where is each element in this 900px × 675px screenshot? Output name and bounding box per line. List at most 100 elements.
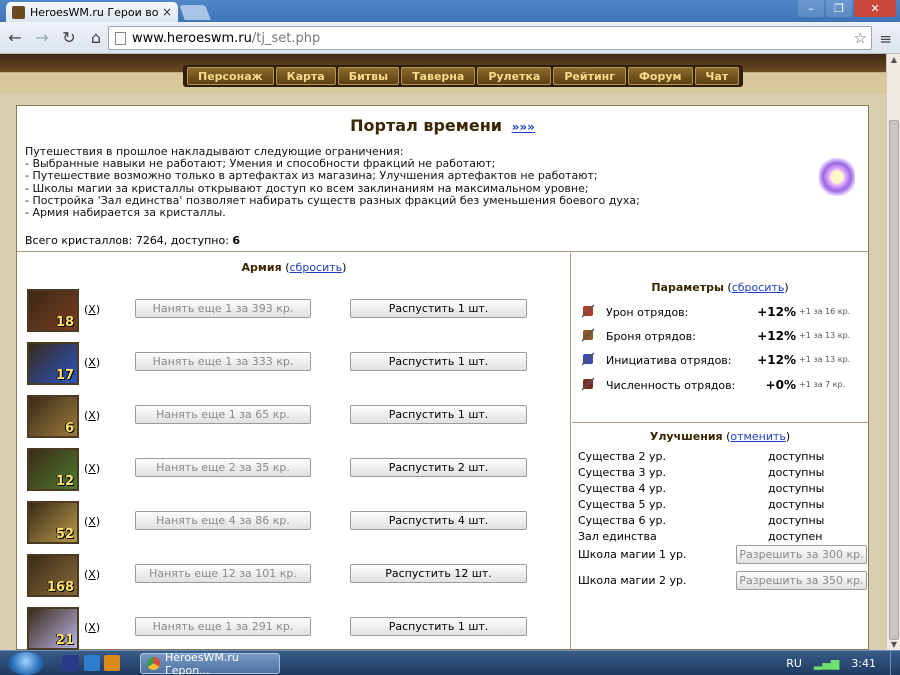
upgrade-row: Существа 5 ур. доступны: [578, 498, 864, 514]
pinned-app-icon[interactable]: [62, 655, 78, 671]
upgrade-status: доступен: [768, 530, 823, 543]
page-scrollbar[interactable]: ▲ ▼: [886, 54, 900, 650]
reload-icon[interactable]: ↻: [57, 26, 81, 50]
minimize-button[interactable]: –: [798, 0, 824, 17]
unit-remove-link[interactable]: X: [88, 515, 96, 528]
unit-row: 17 (X) Нанять еще 1 за 333 кр. Распустить 1…: [27, 342, 567, 386]
dismiss-button[interactable]: Распустить 1 шт.: [350, 405, 527, 424]
param-value: +12%: [757, 305, 796, 319]
portal-more-link[interactable]: »»»: [512, 120, 535, 134]
home-icon[interactable]: ⌂: [84, 26, 108, 50]
hire-button[interactable]: Нанять еще 1 за 333 кр.: [135, 352, 311, 371]
unit-portrait[interactable]: 52: [27, 501, 79, 544]
back-icon[interactable]: ←: [3, 26, 27, 50]
show-desktop-button[interactable]: [890, 651, 900, 675]
upgrades-title-text: Улучшения: [649, 430, 723, 443]
hire-button[interactable]: Нанять еще 4 за 86 кр.: [135, 511, 311, 530]
nav-item[interactable]: Рейтинг: [553, 67, 627, 85]
nav-item[interactable]: Персонаж: [187, 67, 274, 85]
unit-remove-link[interactable]: X: [88, 409, 96, 422]
hire-button[interactable]: Нанять еще 1 за 393 кр.: [135, 299, 311, 318]
dismiss-button[interactable]: Распустить 1 шт.: [350, 617, 527, 636]
nav-item[interactable]: Карта: [275, 67, 336, 85]
dismiss-button[interactable]: Распустить 1 шт.: [350, 352, 527, 371]
unit-count: 168: [46, 580, 74, 595]
param-row: Численность отрядов: +0% +1 за 7 кр.: [580, 376, 866, 396]
unit-count: 17: [55, 368, 74, 383]
taskbar-chrome-window[interactable]: HeroesWM.ru Героn...: [140, 651, 280, 675]
param-row: Инициатива отрядов: +12% +1 за 13 кр.: [580, 351, 866, 371]
unit-portrait[interactable]: 18: [27, 289, 79, 332]
upgrades-title: Улучшения (отменить): [572, 430, 868, 443]
army-reset-link[interactable]: сбросить: [290, 261, 343, 274]
upgrade-label: Существа 2 ур.: [578, 450, 666, 463]
unit-portrait[interactable]: 21: [27, 607, 79, 650]
media-player-icon[interactable]: [104, 655, 120, 671]
os-taskbar: HeroesWM.ru Героn... RU ▂▄▆ 3:41: [0, 650, 900, 675]
nav-item[interactable]: Рулетка: [477, 67, 552, 85]
magic-school-label: Школа магии 2 ур.: [578, 574, 687, 587]
nav-item[interactable]: Таверна: [401, 67, 476, 85]
network-signal-icon[interactable]: ▂▄▆: [814, 657, 839, 670]
nav-item[interactable]: Битвы: [337, 67, 400, 85]
scroll-up-icon[interactable]: ▲: [887, 55, 900, 64]
ie-icon[interactable]: [84, 655, 100, 671]
restriction-line: - Армия набирается за кристаллы.: [25, 206, 226, 220]
unlock-magic-button[interactable]: Разрешить за 300 кр.: [736, 545, 867, 564]
close-window-button[interactable]: ✕: [854, 0, 896, 17]
params-reset-close: ): [784, 281, 789, 294]
bookmark-star-icon[interactable]: ☆: [854, 29, 867, 47]
site-favicon-icon: [12, 5, 25, 19]
clock[interactable]: 3:41: [851, 657, 876, 670]
param-value: +12%: [757, 353, 796, 367]
portal-title: Портал времени »»»: [17, 116, 868, 135]
unit-portrait[interactable]: 12: [27, 448, 79, 491]
unit-portrait[interactable]: 6: [27, 395, 79, 438]
unit-remove-link[interactable]: X: [88, 621, 96, 634]
param-value: +0%: [765, 378, 796, 392]
army-title: Армия (сбросить): [17, 261, 571, 274]
scrollbar-thumb[interactable]: [889, 120, 899, 640]
nav-item[interactable]: Форум: [628, 67, 693, 85]
param-cost-note: +1 за 7 кр.: [799, 380, 846, 389]
dismiss-button[interactable]: Распустить 1 шт.: [350, 299, 527, 318]
new-tab-button[interactable]: [179, 5, 211, 20]
magic-school-label: Школа магии 1 ур.: [578, 548, 687, 561]
param-label: Броня отрядов:: [606, 330, 696, 343]
restriction-line: - Путешествие возможно только в артефакт…: [25, 169, 598, 183]
hire-button[interactable]: Нанять еще 12 за 101 кр.: [135, 564, 311, 583]
chrome-menu-icon[interactable]: ≡: [879, 30, 892, 48]
dismiss-button[interactable]: Распустить 2 шт.: [350, 458, 527, 477]
unlock-magic-button[interactable]: Разрешить за 350 кр.: [736, 571, 867, 590]
chrome-icon: [147, 657, 160, 670]
unit-row: 168 (X) Нанять еще 12 за 101 кр. Распустить…: [27, 554, 567, 598]
browser-tab[interactable]: HeroesWM.ru Герои вой ×: [6, 2, 178, 22]
unit-remove-link[interactable]: X: [88, 356, 96, 369]
tab-close-icon[interactable]: ×: [162, 5, 172, 19]
hire-button[interactable]: Нанять еще 1 за 291 кр.: [135, 617, 311, 636]
unit-remove-link[interactable]: X: [88, 462, 96, 475]
param-row: Броня отрядов: +12% +1 за 13 кр.: [580, 327, 866, 347]
unit-remove-link[interactable]: X: [88, 303, 96, 316]
upgrade-label: Существа 3 ур.: [578, 466, 666, 479]
hire-button[interactable]: Нанять еще 2 за 35 кр.: [135, 458, 311, 477]
upgrades-cancel-link[interactable]: отменить: [730, 430, 785, 443]
address-bar[interactable]: www.heroeswm.ru/tj_set.php ☆: [108, 26, 872, 50]
dismiss-button[interactable]: Распустить 12 шт.: [350, 564, 527, 583]
scroll-down-icon[interactable]: ▼: [887, 640, 900, 649]
nav-item[interactable]: Чат: [694, 67, 740, 85]
hire-button[interactable]: Нанять еще 1 за 65 кр.: [135, 405, 311, 424]
unit-remove: (X): [84, 409, 101, 422]
maximize-button[interactable]: ❐: [826, 0, 852, 17]
params-reset-link[interactable]: сбросить: [732, 281, 785, 294]
unit-remove-link[interactable]: X: [88, 568, 96, 581]
upgrade-label: Существа 6 ур.: [578, 514, 666, 527]
unit-portrait[interactable]: 168: [27, 554, 79, 597]
params-reset-open: (: [723, 281, 732, 294]
dismiss-button[interactable]: Распустить 4 шт.: [350, 511, 527, 530]
unit-remove: (X): [84, 568, 101, 581]
start-button[interactable]: [8, 652, 44, 675]
forward-icon[interactable]: →: [30, 26, 54, 50]
unit-portrait[interactable]: 17: [27, 342, 79, 385]
language-indicator[interactable]: RU: [786, 657, 802, 670]
